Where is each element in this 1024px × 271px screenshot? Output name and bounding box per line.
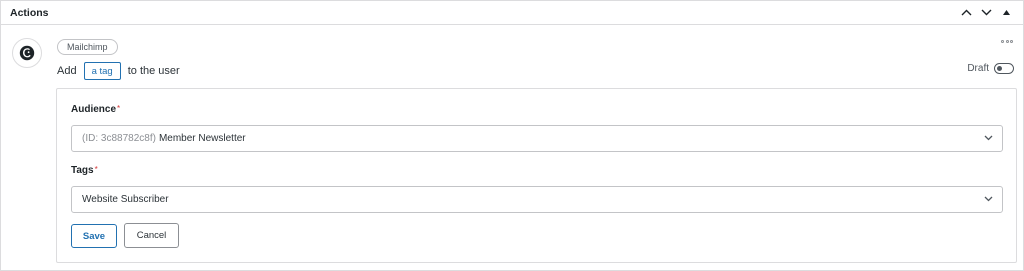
tags-label: Tags*	[71, 165, 98, 176]
tags-value: Website Subscriber	[82, 194, 169, 205]
required-marker: *	[117, 104, 121, 113]
draft-label: Draft	[967, 62, 989, 74]
sentence-suffix: to the user	[127, 65, 180, 77]
chevron-down-icon[interactable]	[979, 6, 993, 20]
audience-id: (ID: 3c88782c8f)	[82, 133, 156, 144]
tags-select[interactable]: Website Subscriber	[71, 186, 1003, 213]
chevron-down-icon	[984, 135, 993, 141]
chevron-up-icon[interactable]	[959, 6, 973, 20]
caret-up-icon[interactable]	[999, 6, 1013, 20]
save-button[interactable]: Save	[71, 224, 117, 248]
tag-token-button[interactable]: a tag	[83, 62, 121, 80]
draft-toggle[interactable]	[994, 62, 1014, 74]
panel-title: Actions	[10, 6, 49, 19]
sentence-prefix: Add	[57, 65, 77, 77]
audience-label: Audience*	[71, 104, 120, 115]
more-options-icon[interactable]	[1001, 37, 1013, 45]
audience-label-text: Audience	[71, 104, 117, 115]
mailchimp-logo-icon	[12, 38, 42, 68]
panel-controls	[959, 6, 1013, 20]
panel-header: Actions	[1, 1, 1023, 25]
cancel-button[interactable]: Cancel	[124, 223, 179, 248]
action-sentence: Add a tag to the user	[57, 62, 180, 80]
chevron-down-icon	[984, 196, 993, 202]
draft-status: Draft	[967, 61, 1014, 75]
audience-value: Member Newsletter	[158, 133, 246, 144]
audience-select[interactable]: (ID: 3c88782c8f) Member Newsletter	[71, 125, 1003, 152]
tags-label-text: Tags	[71, 165, 94, 176]
actions-panel: Actions Mailchimp Add a tag to the user	[0, 0, 1024, 271]
action-form: Audience* (ID: 3c88782c8f) Member Newsle…	[56, 88, 1017, 263]
required-marker: *	[94, 165, 98, 174]
integration-badge: Mailchimp	[57, 39, 118, 55]
